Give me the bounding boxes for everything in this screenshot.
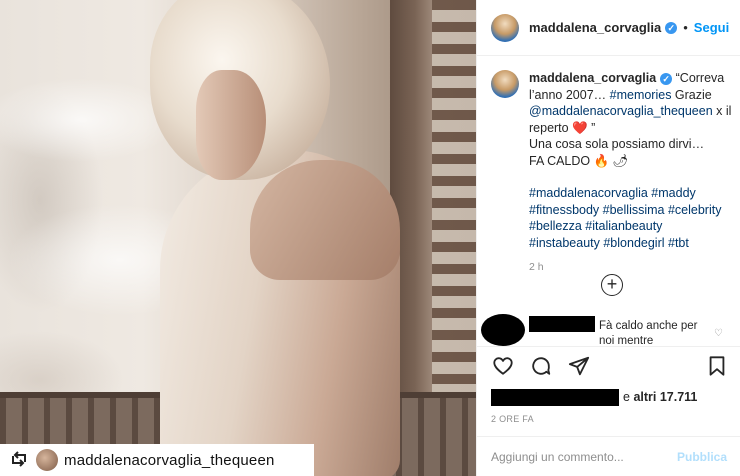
repost-icon <box>8 450 30 470</box>
post-actions <box>477 346 740 390</box>
add-comment-bar: Pubblica <box>477 436 740 476</box>
likes-prefix: e <box>623 390 630 404</box>
caption-username[interactable]: maddalena_corvaglia <box>529 71 656 85</box>
comment-button[interactable] <box>529 357 553 381</box>
follow-button[interactable]: Segui <box>694 20 729 35</box>
plus-circle-icon[interactable]: + <box>601 274 623 296</box>
caption-mention[interactable]: @maddalenacorvaglia_thequeen <box>529 104 713 118</box>
caption-timestamp: 2 h <box>529 261 544 273</box>
heart-icon[interactable]: ♡ <box>714 328 723 339</box>
likes-count[interactable]: altri 17.711 <box>633 390 697 404</box>
caption-text: Grazie <box>671 87 712 102</box>
share-icon <box>568 355 590 382</box>
author-avatar[interactable] <box>491 13 519 42</box>
bookmark-icon <box>706 355 728 382</box>
share-button[interactable] <box>567 355 591 382</box>
caption-line: FA CALDO 🔥 🌶 <box>529 153 629 168</box>
save-button[interactable] <box>705 355 729 382</box>
comment-input[interactable] <box>491 449 677 464</box>
caption-hashtags[interactable]: #fitnessbody #bellissima #celebrity <box>529 202 737 219</box>
post-side-panel: maddalena_corvaglia ✓ • Segui maddalena_… <box>476 0 740 476</box>
comment-icon <box>530 355 552 382</box>
verified-badge-icon: ✓ <box>665 21 678 34</box>
likes-summary[interactable]: e altri 17.711 <box>491 388 697 406</box>
caption-avatar[interactable] <box>491 70 519 98</box>
publish-button[interactable]: Pubblica <box>677 450 727 464</box>
post-photo[interactable]: maddalenacorvaglia_thequeen <box>0 0 476 476</box>
repost-username: maddalenacorvaglia_thequeen <box>64 451 275 469</box>
post-time-ago: 2 ORE FA <box>491 414 534 424</box>
repost-avatar <box>36 449 58 471</box>
like-button[interactable] <box>491 357 515 381</box>
caption-hashtags[interactable]: #maddalenacorvaglia #maddy <box>529 185 737 202</box>
comment-username-redacted <box>529 316 595 332</box>
author-username[interactable]: maddalena_corvaglia <box>529 20 661 35</box>
comment-text: Fà caldo anche per noi mentre guardiamo … <box>599 320 698 346</box>
liked-by-redacted <box>491 388 619 406</box>
caption-hashtags[interactable]: #instabeauty #blondegirl #tbt <box>529 235 737 252</box>
post-header: maddalena_corvaglia ✓ • Segui <box>477 0 740 56</box>
caption-hashtag[interactable]: #memories <box>610 88 672 102</box>
verified-badge-icon: ✓ <box>660 73 673 85</box>
repost-credit: maddalenacorvaglia_thequeen <box>0 444 314 476</box>
header-separator: • <box>683 20 688 35</box>
heart-icon <box>492 355 514 382</box>
caption-hashtags[interactable]: #bellezza #italianbeauty <box>529 218 737 235</box>
post-caption: maddalena_corvaglia ✓ “Correva l’anno 200… <box>491 70 737 276</box>
photo-shoulder <box>250 160 400 280</box>
caption-line: Una cosa sola possiamo dirvi… <box>529 137 705 151</box>
comment-avatar-redacted <box>481 314 525 346</box>
comment-item: Fà caldo anche per noi mentre guardiamo … <box>481 310 737 346</box>
